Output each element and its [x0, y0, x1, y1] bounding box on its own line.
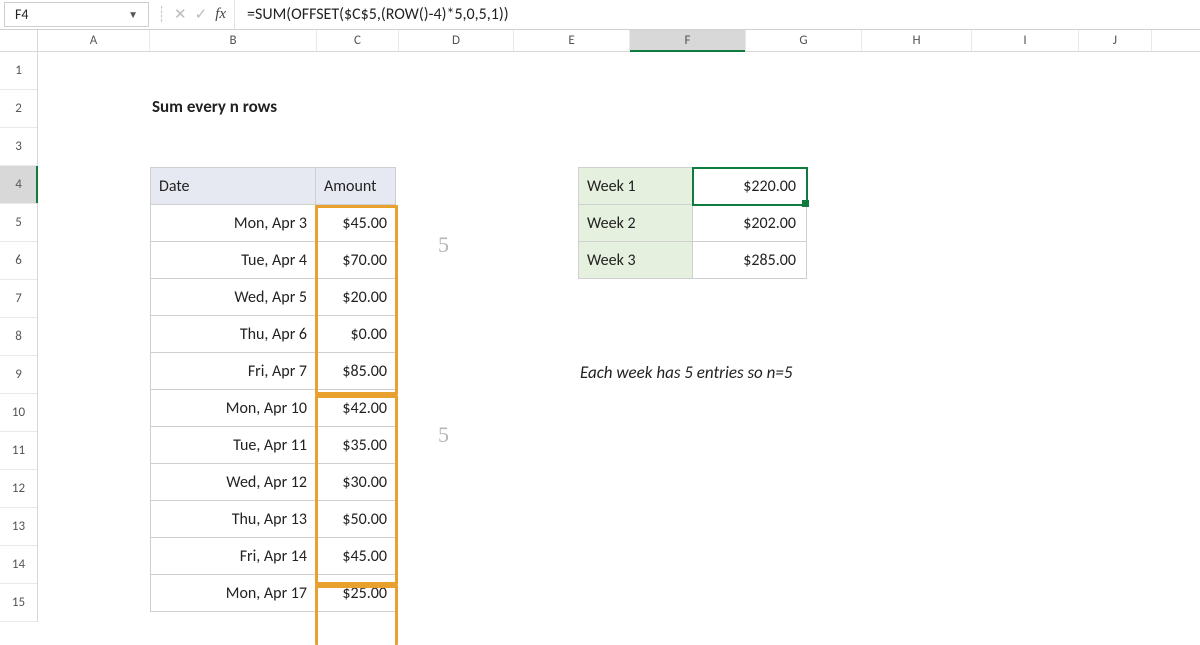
cell-amount[interactable]: $45.00 [316, 205, 396, 242]
formula-input[interactable]: =SUM(OFFSET($C$5,(ROW()-4)*5,0,5,1)) [235, 0, 1200, 29]
cell-amount[interactable]: $85.00 [316, 353, 396, 390]
week-label[interactable]: Week 1 [579, 168, 693, 205]
row-header-15[interactable]: 15 [0, 584, 37, 622]
row-header-10[interactable]: 10 [0, 394, 37, 432]
row-header-column: 1 2 3 4 5 6 7 8 9 10 11 12 13 14 15 [0, 52, 38, 622]
select-all-corner[interactable] [0, 30, 38, 51]
cell-date[interactable]: Tue, Apr 11 [151, 427, 316, 464]
row-header-13[interactable]: 13 [0, 508, 37, 546]
column-header-E[interactable]: E [514, 30, 630, 51]
divider: ┊ [157, 5, 166, 24]
cell-date[interactable]: Mon, Apr 17 [151, 575, 316, 612]
row-header-11[interactable]: 11 [0, 432, 37, 470]
cell-amount[interactable]: $50.00 [316, 501, 396, 538]
column-header-G[interactable]: G [746, 30, 862, 51]
enter-icon[interactable]: ✓ [195, 5, 208, 24]
cells-area[interactable]: Sum every n rows Date Amount Mon, Apr 3$… [38, 52, 1200, 622]
cell-date[interactable]: Wed, Apr 5 [151, 279, 316, 316]
note-text: Each week has 5 entries so n=5 [580, 362, 792, 383]
data-table: Date Amount Mon, Apr 3$45.00 Tue, Apr 4$… [150, 167, 396, 612]
column-header-C[interactable]: C [317, 30, 399, 51]
cell-reference: F4 [15, 6, 29, 23]
week-value-selected[interactable]: $220.00 [693, 168, 807, 205]
cell-date[interactable]: Fri, Apr 14 [151, 538, 316, 575]
row-header-1[interactable]: 1 [0, 52, 37, 90]
cell-date[interactable]: Mon, Apr 10 [151, 390, 316, 427]
annotation-n-2: 5 [438, 422, 449, 448]
row-header-4[interactable]: 4 [0, 166, 37, 204]
name-box[interactable]: F4 ▼ [4, 2, 149, 27]
column-header-row: A B C D E F G H I J [0, 30, 1200, 52]
cell-amount[interactable]: $25.00 [316, 575, 396, 612]
column-header-H[interactable]: H [862, 30, 972, 51]
formula-text: =SUM(OFFSET($C$5,(ROW()-4)*5,0,5,1)) [247, 5, 509, 24]
cell-date[interactable]: Wed, Apr 12 [151, 464, 316, 501]
row-header-5[interactable]: 5 [0, 204, 37, 242]
chevron-down-icon[interactable]: ▼ [128, 8, 138, 21]
column-header-A[interactable]: A [38, 30, 150, 51]
cell-amount[interactable]: $35.00 [316, 427, 396, 464]
spreadsheet-grid[interactable]: 1 2 3 4 5 6 7 8 9 10 11 12 13 14 15 Sum … [0, 52, 1200, 622]
row-header-8[interactable]: 8 [0, 318, 37, 356]
formula-tools: ┊ ✕ ✓ fx [149, 0, 235, 29]
summary-table: Week 1 $220.00 Week 2 $202.00 Week 3 $28… [578, 167, 807, 279]
cell-amount[interactable]: $42.00 [316, 390, 396, 427]
row-header-6[interactable]: 6 [0, 242, 37, 280]
cell-amount[interactable]: $0.00 [316, 316, 396, 353]
sheet-title: Sum every n rows [152, 96, 277, 117]
cell-date[interactable]: Tue, Apr 4 [151, 242, 316, 279]
week-value[interactable]: $285.00 [693, 242, 807, 279]
row-header-2[interactable]: 2 [0, 90, 37, 128]
cell-amount[interactable]: $20.00 [316, 279, 396, 316]
week-label[interactable]: Week 3 [579, 242, 693, 279]
column-header-F[interactable]: F [630, 30, 746, 51]
cell-amount[interactable]: $45.00 [316, 538, 396, 575]
column-header-D[interactable]: D [399, 30, 514, 51]
cell-date[interactable]: Thu, Apr 13 [151, 501, 316, 538]
week-value[interactable]: $202.00 [693, 205, 807, 242]
cell-date[interactable]: Mon, Apr 3 [151, 205, 316, 242]
row-header-9[interactable]: 9 [0, 356, 37, 394]
cell-amount[interactable]: $30.00 [316, 464, 396, 501]
header-amount[interactable]: Amount [316, 168, 396, 205]
row-header-14[interactable]: 14 [0, 546, 37, 584]
annotation-n-1: 5 [438, 232, 449, 258]
column-header-J[interactable]: J [1079, 30, 1152, 51]
column-header-B[interactable]: B [150, 30, 317, 51]
column-header-I[interactable]: I [972, 30, 1079, 51]
header-date[interactable]: Date [151, 168, 316, 205]
cell-date[interactable]: Thu, Apr 6 [151, 316, 316, 353]
fx-icon[interactable]: fx [215, 6, 226, 23]
row-header-7[interactable]: 7 [0, 280, 37, 318]
formula-bar: F4 ▼ ┊ ✕ ✓ fx =SUM(OFFSET($C$5,(ROW()-4)… [0, 0, 1200, 30]
row-header-12[interactable]: 12 [0, 470, 37, 508]
week-label[interactable]: Week 2 [579, 205, 693, 242]
cancel-icon[interactable]: ✕ [174, 5, 187, 24]
cell-amount[interactable]: $70.00 [316, 242, 396, 279]
cell-date[interactable]: Fri, Apr 7 [151, 353, 316, 390]
row-header-3[interactable]: 3 [0, 128, 37, 166]
